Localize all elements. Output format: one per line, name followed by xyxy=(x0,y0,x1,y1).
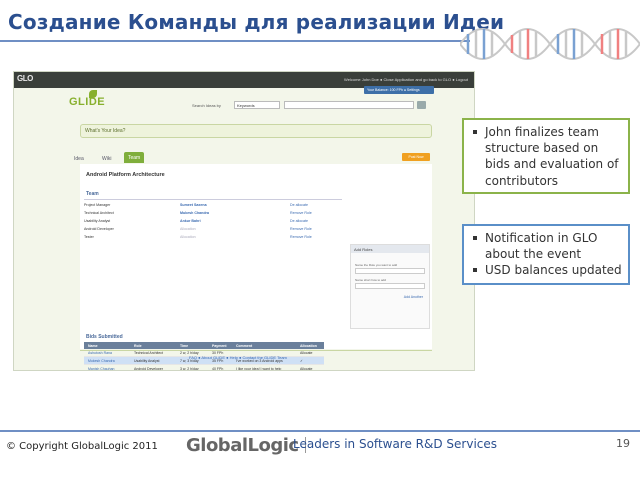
team-member[interactable]: Mukesh Chandra xyxy=(180,211,209,215)
team-panel: Android Platform Architecture Team Proje… xyxy=(80,164,432,370)
team-divider xyxy=(84,199,342,200)
team-action-link[interactable]: Remove Role xyxy=(290,235,312,239)
callout-bullet: John finalizes team structure based on b… xyxy=(470,124,622,189)
add-roles-panel: Add Roles Name the Role you want to add … xyxy=(350,244,430,329)
footer-rule xyxy=(0,430,640,432)
page-number: 19 xyxy=(616,437,630,450)
bids-col-name: Name xyxy=(88,343,98,348)
bid-allocation[interactable]: Allocate xyxy=(300,367,312,370)
project-title: Android Platform Architecture xyxy=(86,172,165,178)
app-footer-links[interactable]: FAQ ● About GLIDE ● Help ● Contact the G… xyxy=(189,355,287,360)
bid-comment: I like your idea! I want to help xyxy=(236,367,282,371)
bids-col-role: Role xyxy=(134,343,142,348)
bid-row: Manish Chauhan Android Developer 3 w, 2 h/… xyxy=(84,365,324,371)
tab-team[interactable]: Team xyxy=(124,152,145,163)
glo-logo[interactable]: GLO xyxy=(17,74,33,83)
add-roles-title: Add Roles xyxy=(351,245,429,253)
bid-name[interactable]: Manish Chauhan xyxy=(88,367,114,370)
add-role-input-2[interactable] xyxy=(355,283,425,289)
team-row: Technical Architect Mukesh Chandra Remove … xyxy=(84,210,342,217)
team-role: Technical Architect xyxy=(84,211,114,215)
team-action-link[interactable]: De allocate xyxy=(290,219,308,223)
bid-allocation[interactable]: ✓ xyxy=(300,359,303,363)
bid-name[interactable]: Mukesh Chandra xyxy=(88,359,115,363)
add-role-label-2: Name short how to add xyxy=(355,278,387,282)
add-role-input[interactable] xyxy=(355,268,425,274)
team-action-link[interactable]: De allocate xyxy=(290,203,308,207)
bid-allocation[interactable]: Allocate xyxy=(300,351,312,355)
search-label: Search Ideas by xyxy=(192,103,221,108)
tab-idea[interactable]: Idea xyxy=(70,153,88,164)
bid-role: Usability Analyst xyxy=(134,359,160,363)
app-footer-divider xyxy=(80,350,432,351)
team-member[interactable]: Ankur Bahri xyxy=(180,219,201,223)
team-action-link[interactable]: Remove Role xyxy=(290,211,312,215)
add-another-link[interactable]: Add Another xyxy=(404,295,423,299)
team-action-link[interactable]: Remove Role xyxy=(290,227,312,231)
callout-bullet: USD balances updated xyxy=(470,262,622,278)
team-section-title: Team xyxy=(86,191,99,197)
callout-team-finalize: John finalizes team structure based on b… xyxy=(462,118,630,194)
balance-badge[interactable]: Your Balance: 100 FPh ● Settings xyxy=(364,86,434,94)
dna-helix-decoration xyxy=(460,28,640,60)
add-role-label: Name the Role you want to add xyxy=(355,263,398,267)
copyright: © Copyright GlobalLogic 2011 xyxy=(6,441,158,452)
team-row: Usability Analyst Ankur Bahri De allocate xyxy=(84,218,342,225)
bids-col-payment: Payment xyxy=(212,343,227,348)
bid-name[interactable]: Ashutosh Rana xyxy=(88,351,112,355)
search-button[interactable] xyxy=(417,101,426,109)
search-type-select[interactable]: Keywords xyxy=(234,101,280,109)
globallogic-logo-text: GlobalLogic xyxy=(186,435,299,456)
glide-logo[interactable]: GLIDE xyxy=(69,96,105,108)
team-member[interactable]: Allocation xyxy=(180,235,196,239)
search-input[interactable] xyxy=(284,101,414,109)
team-member[interactable]: Sumeet Saxena xyxy=(180,203,207,207)
team-role: Android Developer xyxy=(84,227,114,231)
tab-wiki[interactable]: Wiki xyxy=(98,153,115,164)
team-role: Usability Analyst xyxy=(84,219,111,223)
team-role: Tester xyxy=(84,235,94,239)
bid-role: Android Developer xyxy=(134,367,163,371)
idea-input[interactable]: What's Your Idea? xyxy=(80,124,432,138)
team-row: Tester Allocation Remove Role xyxy=(84,234,342,241)
bid-payment: 40 FPh xyxy=(212,367,224,371)
title-underline xyxy=(0,40,470,42)
tagline: Leaders in Software R&D Services xyxy=(293,437,498,451)
team-row: Project Manager Sumeet Saxena De allocate xyxy=(84,202,342,209)
post-now-button[interactable]: Post Now xyxy=(402,153,430,161)
callout-notification: Notification in GLO about the event USD b… xyxy=(462,224,630,285)
team-role: Project Manager xyxy=(84,203,111,207)
slide-title: Создание Команды для реализации Идеи xyxy=(8,10,505,34)
bid-role: Technical Architect xyxy=(134,351,163,355)
bids-section-title: Bids Submitted xyxy=(86,334,123,340)
callout-bullet: Notification in GLO about the event xyxy=(470,230,622,262)
team-member[interactable]: Allocation xyxy=(180,227,196,231)
glide-app-screenshot: GLO Welcome John Doe ● Close Application… xyxy=(13,71,475,371)
bids-header: Name Role Time Payment Comment Allocatio… xyxy=(84,342,324,349)
bid-time: 3 w, 2 h/day xyxy=(180,367,199,371)
bids-col-allocation: Allocation xyxy=(300,343,317,348)
team-row: Android Developer Allocation Remove Role xyxy=(84,226,342,233)
bids-col-comment: Comment xyxy=(236,343,253,348)
bids-col-time: Time xyxy=(180,343,189,348)
topbar-links[interactable]: Welcome John Doe ● Close Application and… xyxy=(344,77,468,82)
